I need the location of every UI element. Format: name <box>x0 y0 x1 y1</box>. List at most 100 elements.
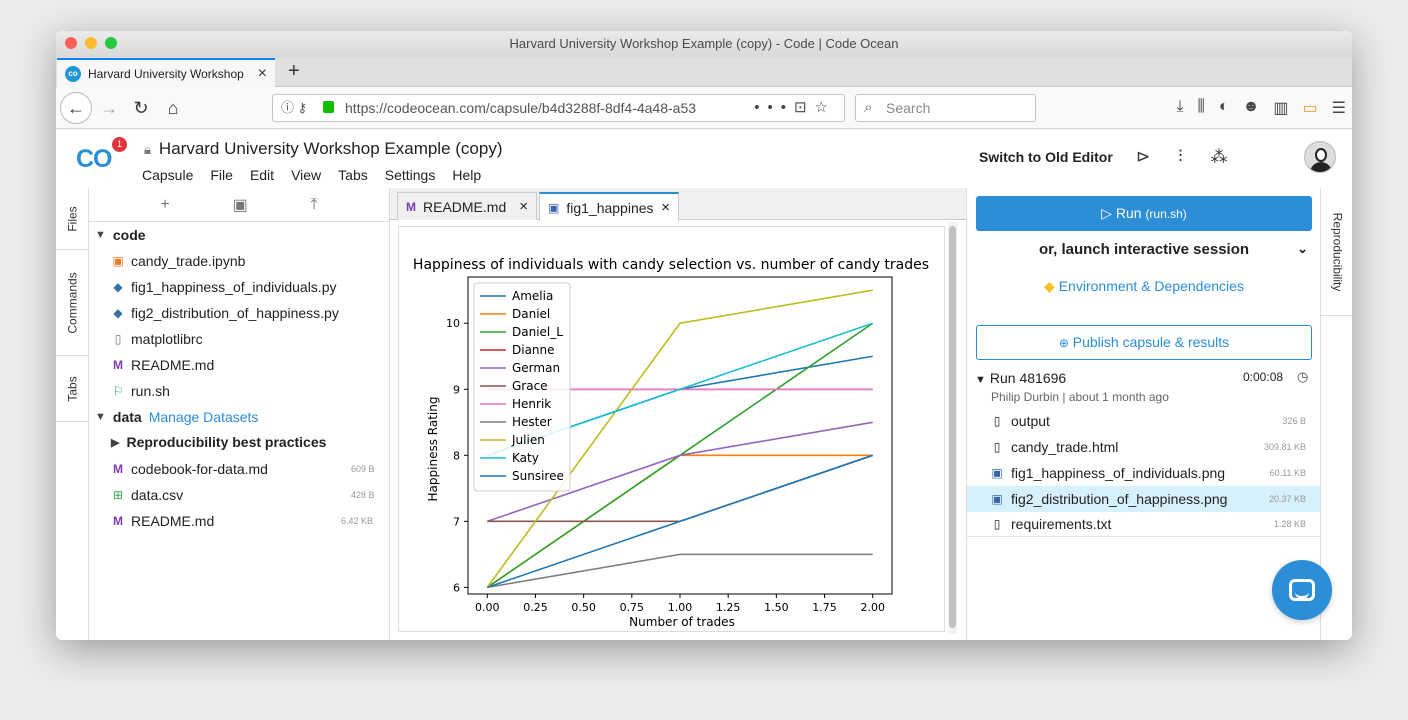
menu-tabs[interactable]: Tabs <box>338 167 368 183</box>
forward-button[interactable]: → <box>94 93 124 123</box>
file-item[interactable]: M README.md <box>111 353 214 377</box>
markdown-icon: M <box>113 358 123 372</box>
run-button[interactable]: ▷ Run (run.sh) <box>976 196 1312 231</box>
expanded-triangle-icon: ▼ <box>975 374 986 386</box>
tab-commands[interactable]: Commands <box>56 250 89 356</box>
run-script: (run.sh) <box>1145 207 1187 221</box>
menu-capsule[interactable]: Capsule <box>142 167 193 183</box>
x-tick-label: 0.50 <box>571 601 596 614</box>
play-icon: ▷ <box>1101 205 1116 221</box>
legend-label: Daniel_L <box>512 325 563 339</box>
file-item[interactable]: ⊞ data.csv 428 B <box>111 483 390 507</box>
folder-code-label: code <box>112 227 146 243</box>
launch-session-dropdown[interactable]: or, launch interactive session ⌄ <box>976 241 1312 258</box>
manage-datasets-link[interactable]: Manage Datasets <box>149 409 259 425</box>
chat-button[interactable] <box>1272 560 1332 620</box>
switch-editor-button[interactable]: Switch to Old Editor <box>979 149 1113 165</box>
menu-file[interactable]: File <box>210 167 233 183</box>
extension-bear-icon[interactable]: ☻ <box>1243 98 1260 118</box>
file-item[interactable]: ◆ fig1_happiness_of_individuals.py <box>111 275 336 299</box>
environment-label: Environment & Dependencies <box>1058 278 1244 294</box>
tag-icon[interactable]: ⊳ <box>1136 147 1150 167</box>
environment-link[interactable]: ◆ Environment & Dependencies <box>976 278 1312 295</box>
minimize-window-button[interactable] <box>85 37 97 49</box>
file-item[interactable]: ◆ fig2_distribution_of_happiness.py <box>111 301 338 325</box>
menu-view[interactable]: View <box>291 167 321 183</box>
file-item[interactable]: ⚐ run.sh <box>111 379 170 403</box>
globe-icon: ⊕ <box>1058 336 1069 350</box>
library-icon[interactable]: ⫼ <box>1198 98 1205 118</box>
download-icon[interactable]: ⤓ <box>1176 98 1183 118</box>
publish-label: Publish capsule & results <box>1072 334 1230 350</box>
new-file-icon[interactable]: + <box>160 196 169 214</box>
upload-icon[interactable]: ⤒ <box>311 196 318 214</box>
folder-code[interactable]: ▼ code <box>95 223 146 247</box>
page-actions[interactable]: •••⊡☆ <box>748 95 836 121</box>
tab-fig1[interactable]: ▣ fig1_happines × <box>539 192 679 221</box>
file-icon: ▯ <box>993 440 1001 454</box>
share-network-icon[interactable]: ⁂ <box>1211 147 1228 167</box>
publish-button[interactable]: ⊕ Publish capsule & results <box>976 325 1312 360</box>
output-file-size: 1.28 KB <box>1273 518 1306 529</box>
home-button[interactable]: ⌂ <box>158 93 188 123</box>
folder-reproducibility[interactable]: ▶ Reproducibility best practices <box>111 430 326 454</box>
sliders-icon[interactable]: ⫶ <box>1178 147 1182 167</box>
new-folder-icon[interactable]: ▣ <box>233 195 248 215</box>
y-tick-label: 9 <box>453 383 460 396</box>
y-axis-label: Happiness Rating <box>426 397 440 502</box>
output-file-name: output <box>1011 413 1050 429</box>
chat-icon <box>1289 579 1315 601</box>
close-tab-icon[interactable]: × <box>258 65 267 83</box>
codeocean-logo[interactable]: CO <box>76 145 112 174</box>
run-id: Run 481696 <box>989 370 1067 386</box>
close-tab-icon[interactable]: × <box>661 199 670 216</box>
output-file[interactable]: ▣ fig1_happiness_of_individuals.png 60.11 … <box>967 460 1320 486</box>
browser-tab[interactable]: co Harvard University Workshop Ex × <box>57 58 275 87</box>
run-header[interactable]: ▼ Run 481696 0:00:08 ◷ <box>975 369 1311 386</box>
notification-badge[interactable]: 1 <box>112 137 127 152</box>
file-icon: ▯ <box>993 414 1001 428</box>
editor-scrollbar[interactable] <box>948 222 957 634</box>
tab-reproducibility[interactable]: Reproducibility <box>1321 188 1352 316</box>
tab-readme[interactable]: M README.md × <box>397 192 537 220</box>
reload-button[interactable]: ↻ <box>126 93 156 123</box>
output-file[interactable]: ▯ requirements.txt 1.28 KB <box>967 511 1320 537</box>
output-file-size: 326 B <box>1282 416 1306 426</box>
chevron-down-icon: ⌄ <box>1297 241 1308 256</box>
close-tab-icon[interactable]: × <box>519 198 528 215</box>
capsule-title: 🔒︎ Harvard University Workshop Example (c… <box>144 139 503 159</box>
url-bar[interactable]: ⓘ ⚷ https://codeocean.com/capsule/b4d328… <box>272 94 845 122</box>
file-item[interactable]: Mcodebook-for-data.md 609 B <box>111 457 390 481</box>
scrollbar-thumb[interactable] <box>949 226 956 628</box>
navigation-bar: ← → ↻ ⌂ ⓘ ⚷ https://codeocean.com/capsul… <box>56 87 1352 129</box>
back-button[interactable]: ← <box>60 92 92 124</box>
menu-edit[interactable]: Edit <box>250 167 274 183</box>
extension-icon[interactable]: ◐ <box>1219 98 1229 118</box>
search-input[interactable]: ⌕ Search <box>855 94 1036 122</box>
site-info-icon[interactable]: ⓘ ⚷ <box>281 95 307 121</box>
output-file[interactable]: ▯ candy_trade.html 309.81 KB <box>967 434 1320 460</box>
tab-tabs[interactable]: Tabs <box>56 356 89 422</box>
close-window-button[interactable] <box>65 37 77 49</box>
toolbar-icons: ⤓ ⫼ ◐ ☻ ▥ ▭ ☰ <box>1176 98 1346 118</box>
file-browser: + ▣ ⤒ ▼ code ▣ candy_trade.ipynb ◆ fig1_hap… <box>89 188 390 640</box>
output-file[interactable]: ▯ output 326 B <box>967 408 1320 434</box>
new-tab-button[interactable]: + <box>288 60 300 83</box>
tab-tabs-label: Tabs <box>65 375 80 402</box>
output-file-selected[interactable]: ▣ fig2_distribution_of_happiness.png 20.37… <box>967 486 1320 512</box>
python-icon: ◆ <box>113 280 123 294</box>
window-controls <box>65 37 117 49</box>
menu-icon[interactable]: ☰ <box>1332 98 1346 118</box>
tab-files[interactable]: Files <box>56 188 89 250</box>
user-avatar[interactable] <box>1304 141 1336 173</box>
menu-help[interactable]: Help <box>452 167 481 183</box>
menu-settings[interactable]: Settings <box>385 167 436 183</box>
extension-badge-icon[interactable]: ▭ <box>1303 98 1318 118</box>
maximize-window-button[interactable] <box>105 37 117 49</box>
markdown-icon: M <box>406 199 416 214</box>
file-item[interactable]: ▣ candy_trade.ipynb <box>111 249 245 273</box>
file-item[interactable]: ▯ matplotlibrc <box>111 327 203 351</box>
sidebar-icon[interactable]: ▥ <box>1273 98 1288 118</box>
file-item[interactable]: M README.md 6.42 KB <box>111 509 390 533</box>
folder-data[interactable]: ▼ data Manage Datasets <box>95 405 258 429</box>
